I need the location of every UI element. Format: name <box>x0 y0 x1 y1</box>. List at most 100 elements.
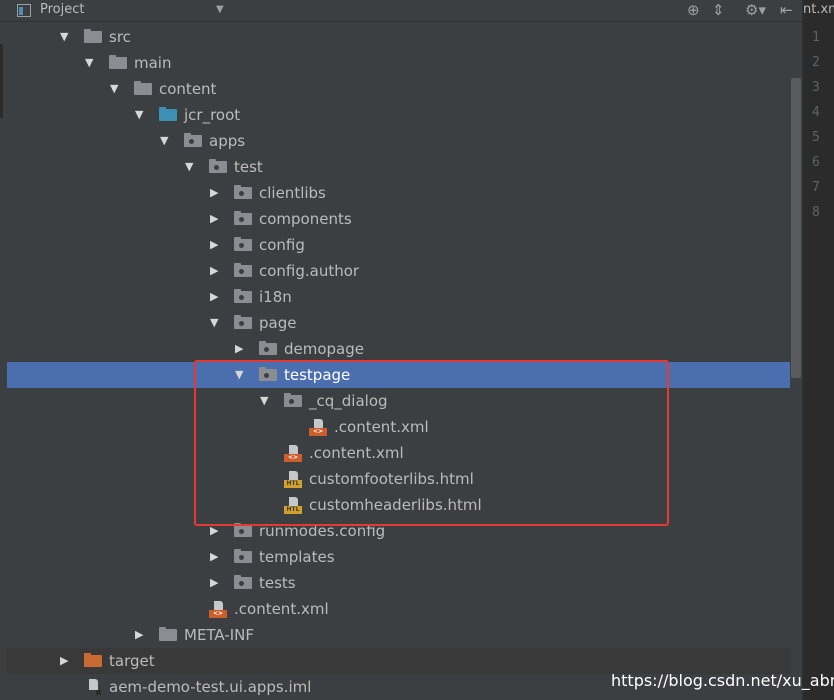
hide-icon[interactable]: ⇤ <box>780 1 793 19</box>
tree-row-runmodes-config[interactable]: ▶ runmodes.config <box>7 518 790 544</box>
tree-row-main[interactable]: ▼ main <box>7 50 790 76</box>
package-folder-icon <box>234 575 252 592</box>
tree-item-label: tests <box>259 574 296 592</box>
package-folder-icon <box>234 289 252 306</box>
tree-row-content-xml[interactable]: <> .content.xml <box>7 414 790 440</box>
tree-item-label: content <box>159 80 217 98</box>
tree-item-label: src <box>109 28 131 46</box>
folder-icon <box>134 81 152 98</box>
tree-row-testpage[interactable]: ▼ testpage <box>7 362 790 388</box>
collapse-arrow-icon[interactable]: ▶ <box>210 290 218 304</box>
panel-title[interactable]: Project <box>40 2 84 17</box>
line-number: 4 <box>812 105 820 120</box>
tree-item-label: META-INF <box>184 626 255 644</box>
tree-item-label: page <box>259 314 297 332</box>
tree-row-i18n[interactable]: ▶ i18n <box>7 284 790 310</box>
tree-row-apps[interactable]: ▼ apps <box>7 128 790 154</box>
line-number: 3 <box>812 80 820 95</box>
package-folder-icon <box>234 211 252 228</box>
tree-row-tests[interactable]: ▶ tests <box>7 570 790 596</box>
collapse-arrow-icon[interactable]: ▶ <box>60 654 68 668</box>
line-number: 5 <box>812 130 820 145</box>
tree-row-meta-inf[interactable]: ▶ META-INF <box>7 622 790 648</box>
tree-row-content[interactable]: ▼ content <box>7 76 790 102</box>
collapse-arrow-icon[interactable]: ▶ <box>210 212 218 226</box>
expand-arrow-icon[interactable]: ▼ <box>185 160 193 174</box>
tree-item-label: testpage <box>284 366 351 384</box>
expand-arrow-icon[interactable]: ▼ <box>160 134 168 148</box>
package-folder-icon <box>234 237 252 254</box>
package-folder-icon <box>234 523 252 540</box>
tree-row-config[interactable]: ▶ config <box>7 232 790 258</box>
tree-item-label: aem-demo-test.ui.apps.iml <box>109 678 312 696</box>
tree-row-content-xml[interactable]: <> .content.xml <box>7 596 790 622</box>
tree-row-demopage[interactable]: ▶ demopage <box>7 336 790 362</box>
expand-arrow-icon[interactable]: ▼ <box>210 316 218 330</box>
collapse-arrow-icon[interactable]: ▶ <box>135 628 143 642</box>
expand-arrow-icon[interactable]: ▼ <box>60 30 68 44</box>
line-number: 2 <box>812 55 820 70</box>
tree-row-cq-dialog[interactable]: ▼ _cq_dialog <box>7 388 790 414</box>
expand-arrow-icon[interactable]: ▼ <box>235 368 243 382</box>
package-folder-icon <box>284 393 302 410</box>
tree-item-label: customheaderlibs.html <box>309 496 482 514</box>
tree-item-label: templates <box>259 548 335 566</box>
collapse-arrow-icon[interactable]: ▶ <box>210 186 218 200</box>
tree-item-label: main <box>134 54 172 72</box>
gear-icon[interactable]: ⚙▾ <box>745 1 766 19</box>
tree-row-customheaderlibs-html[interactable]: HTL customheaderlibs.html <box>7 492 790 518</box>
xml-file-icon: <> <box>309 419 327 436</box>
expand-arrow-icon[interactable]: ▼ <box>85 56 93 70</box>
collapse-arrow-icon[interactable]: ▶ <box>210 238 218 252</box>
line-number: 7 <box>812 180 820 195</box>
collapse-arrow-icon[interactable]: ▶ <box>210 576 218 590</box>
collapse-arrow-icon[interactable]: ▶ <box>210 550 218 564</box>
vertical-scrollbar[interactable] <box>790 22 802 700</box>
collapse-arrow-icon[interactable]: ▶ <box>210 264 218 278</box>
tree-item-label: components <box>259 210 352 228</box>
package-folder-icon <box>259 367 277 384</box>
package-folder-icon <box>234 263 252 280</box>
tree-row-customfooterlibs-html[interactable]: HTL customfooterlibs.html <box>7 466 790 492</box>
package-folder-icon <box>184 133 202 150</box>
htl-file-icon: HTL <box>284 471 302 488</box>
tree-row-src[interactable]: ▼ src <box>7 24 790 50</box>
package-folder-icon <box>234 315 252 332</box>
left-tool-strip <box>0 22 7 700</box>
collapse-arrow-icon[interactable]: ▶ <box>235 342 243 356</box>
tree-row-components[interactable]: ▶ components <box>7 206 790 232</box>
tree-row-test[interactable]: ▼ test <box>7 154 790 180</box>
module-file-icon <box>84 679 102 696</box>
tree-row-content-xml[interactable]: <> .content.xml <box>7 440 790 466</box>
tree-row-templates[interactable]: ▶ templates <box>7 544 790 570</box>
project-tree[interactable]: ▼ src ▼ main ▼ content ▼ jcr_root ▼ apps ▼ test ▶ cli… <box>7 24 790 700</box>
tree-item-label: jcr_root <box>184 106 241 124</box>
expand-arrow-icon[interactable]: ▼ <box>110 82 118 96</box>
tree-item-label: apps <box>209 132 246 150</box>
expand-arrow-icon[interactable]: ▼ <box>135 108 143 122</box>
tree-item-label: .content.xml <box>309 444 404 462</box>
tree-row-config-author[interactable]: ▶ config.author <box>7 258 790 284</box>
tree-row-jcr-root[interactable]: ▼ jcr_root <box>7 102 790 128</box>
package-folder-icon <box>209 159 227 176</box>
tree-row-page[interactable]: ▼ page <box>7 310 790 336</box>
tree-item-label: customfooterlibs.html <box>309 470 474 488</box>
collapse-arrow-icon[interactable]: ▶ <box>210 524 218 538</box>
project-panel-header: Project ▼ ⊕ ⇕ ⚙▾ ⇤ <box>0 0 802 22</box>
tree-item-label: .content.xml <box>234 600 329 618</box>
chevron-down-icon[interactable]: ▼ <box>216 4 224 15</box>
tree-item-label: target <box>109 652 155 670</box>
collapse-icon[interactable]: ⇕ <box>712 1 725 19</box>
editor-gutter: nt.xm 1 2 3 4 5 6 7 8 <box>802 0 834 700</box>
tree-item-label: demopage <box>284 340 365 358</box>
tree-item-label: config.author <box>259 262 360 280</box>
tree-item-label: config <box>259 236 305 254</box>
tree-item-label: .content.xml <box>334 418 429 436</box>
tree-row-clientlibs[interactable]: ▶ clientlibs <box>7 180 790 206</box>
locate-icon[interactable]: ⊕ <box>687 1 700 19</box>
folder-icon <box>84 653 102 670</box>
scrollbar-thumb[interactable] <box>791 78 801 378</box>
tree-item-label: clientlibs <box>259 184 326 202</box>
expand-arrow-icon[interactable]: ▼ <box>260 394 268 408</box>
editor-tab-title[interactable]: nt.xm <box>803 2 834 17</box>
